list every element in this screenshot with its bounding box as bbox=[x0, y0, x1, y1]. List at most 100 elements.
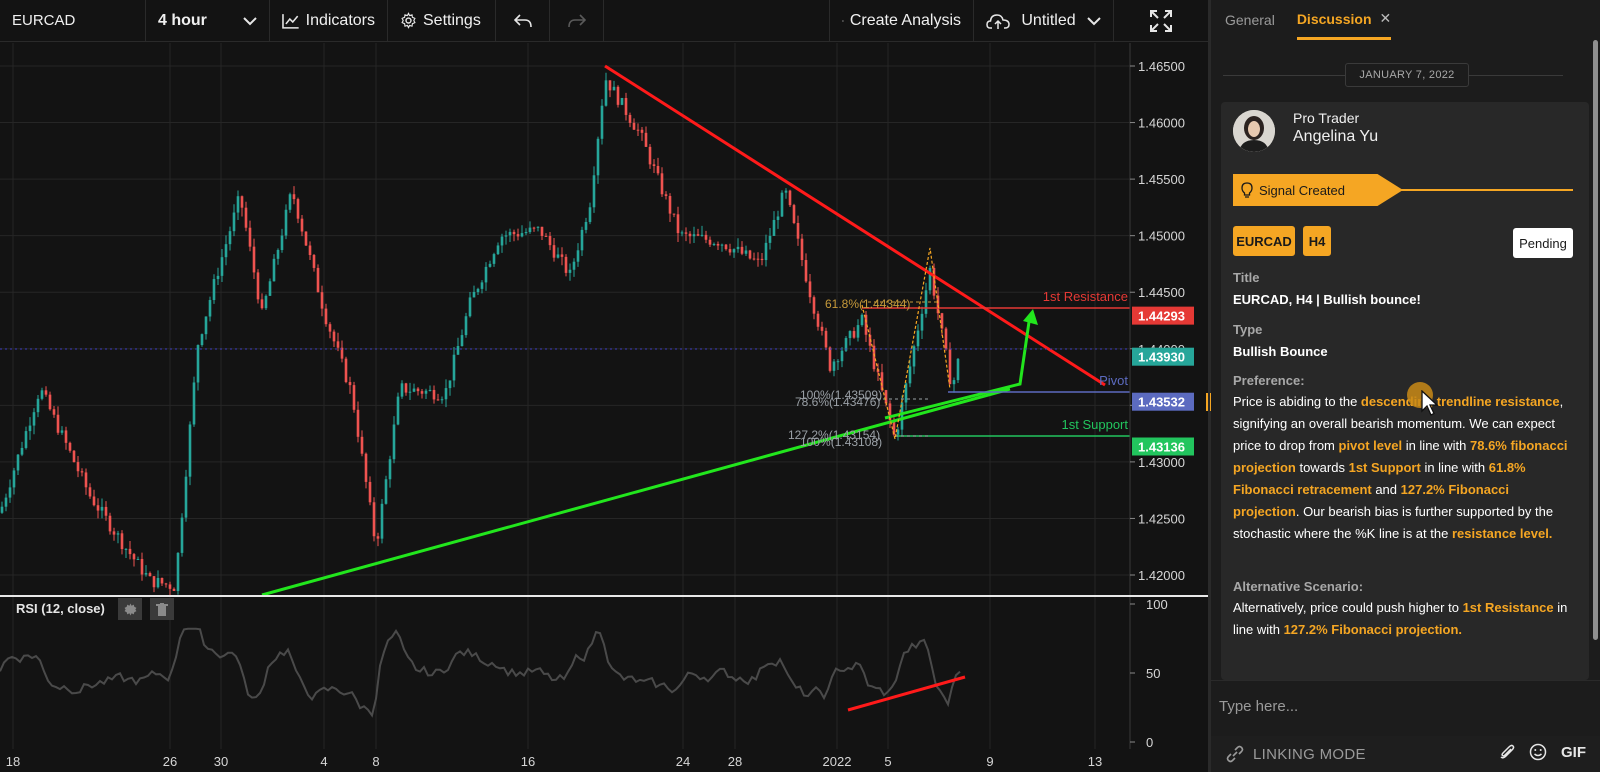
date-tick-label: 13 bbox=[1088, 754, 1102, 769]
candle-body bbox=[528, 227, 532, 233]
price-labels: 1.44293 1.43930 1.43532 1.43136 bbox=[1132, 306, 1194, 456]
candle-body bbox=[628, 114, 632, 123]
candle-body bbox=[796, 222, 800, 239]
settings-label: Settings bbox=[423, 11, 481, 29]
indicators-button[interactable]: Indicators bbox=[270, 0, 388, 41]
rsi-delete-button[interactable] bbox=[150, 598, 174, 620]
timeframe-dropdown[interactable]: 4 hour bbox=[146, 0, 270, 41]
candle-body bbox=[136, 558, 140, 560]
linking-mode-toggle[interactable]: LINKING MODE bbox=[1225, 744, 1366, 764]
price-chart[interactable]: 1st Resistance Pivot 1st Support 61.8%(1… bbox=[0, 43, 1208, 595]
candle-body bbox=[412, 388, 416, 392]
candle-body bbox=[496, 245, 500, 255]
emoji-icon[interactable] bbox=[1529, 743, 1547, 761]
candle-body bbox=[564, 256, 568, 273]
ascending-trendline[interactable] bbox=[261, 387, 1011, 595]
message-input-area bbox=[1211, 680, 1600, 736]
candle-body bbox=[760, 258, 764, 261]
type-value: Bullish Bounce bbox=[1233, 344, 1328, 359]
redo-button[interactable] bbox=[550, 0, 604, 41]
rsi-axis: 100 50 0 bbox=[1129, 597, 1168, 749]
candle-body bbox=[580, 229, 584, 251]
undo-icon bbox=[513, 13, 532, 27]
message-input[interactable] bbox=[1219, 691, 1579, 721]
candle-body bbox=[300, 218, 304, 232]
date-tick-label: 28 bbox=[728, 754, 742, 769]
time-axis[interactable]: 18 26 30 4 8 16 24 28 2022 5 9 13 bbox=[0, 749, 1208, 772]
create-analysis-button[interactable]: Create Analysis bbox=[830, 0, 974, 41]
signal-badge: Signal Created bbox=[1233, 174, 1403, 206]
fullscreen-button[interactable] bbox=[1114, 0, 1208, 41]
avatar[interactable] bbox=[1233, 110, 1275, 152]
candle-body bbox=[780, 192, 784, 217]
candle-body bbox=[512, 231, 516, 235]
candle-body bbox=[320, 292, 324, 309]
linking-mode-label: LINKING MODE bbox=[1253, 745, 1366, 763]
status-badge: Pending bbox=[1513, 228, 1573, 258]
candle-body bbox=[452, 354, 456, 381]
chevron-down-icon bbox=[243, 16, 257, 25]
candle-body bbox=[228, 231, 232, 245]
signal-banner: Signal Created bbox=[1233, 174, 1573, 206]
date-tick-label: 24 bbox=[676, 754, 690, 769]
type-label: Type bbox=[1233, 322, 1263, 337]
candle-body bbox=[516, 234, 520, 237]
candle-body bbox=[24, 431, 28, 448]
tab-discussion[interactable]: Discussion ✕ bbox=[1296, 0, 1392, 40]
candle-body bbox=[420, 391, 424, 394]
author-name[interactable]: Angelina Yu bbox=[1293, 128, 1378, 146]
price-tick-label: 1.44500 bbox=[1138, 285, 1185, 300]
candle-body bbox=[524, 232, 528, 234]
candle-body bbox=[728, 249, 732, 253]
price-tick-label: 1.46500 bbox=[1138, 59, 1185, 74]
candle-body bbox=[712, 243, 716, 245]
rsi-settings-button[interactable] bbox=[118, 598, 142, 620]
mouse-cursor-icon bbox=[1421, 390, 1439, 416]
candle-body bbox=[656, 165, 660, 174]
candle-body bbox=[912, 346, 916, 367]
candle-body bbox=[324, 308, 328, 325]
candle-body bbox=[556, 254, 560, 258]
candle-body bbox=[252, 246, 256, 273]
candle-body bbox=[688, 233, 692, 237]
layout-dropdown[interactable]: Untitled bbox=[974, 0, 1114, 41]
candle-body bbox=[884, 390, 888, 404]
highlight-term: 127.2% Fibonacci projection. bbox=[1283, 622, 1463, 637]
candle-body bbox=[740, 246, 744, 254]
candle-body bbox=[716, 243, 720, 246]
panel-scrollbar[interactable] bbox=[1593, 40, 1598, 640]
settings-button[interactable]: Settings bbox=[388, 0, 496, 41]
rsi-pane[interactable]: 100 50 0 bbox=[0, 597, 1208, 749]
candle-body bbox=[820, 326, 824, 331]
candle-body bbox=[416, 388, 420, 392]
candle-body bbox=[360, 436, 364, 454]
undo-button[interactable] bbox=[496, 0, 550, 41]
candle-body bbox=[284, 209, 288, 236]
candle-body bbox=[328, 324, 332, 332]
candle-body bbox=[588, 207, 592, 222]
analysis-message-card: Pro Trader Angelina Yu Signal Created EU… bbox=[1221, 102, 1589, 680]
candle-body bbox=[204, 316, 208, 335]
timeframe-tag: H4 bbox=[1303, 226, 1331, 256]
candle-body bbox=[32, 412, 36, 426]
candle-body bbox=[560, 254, 564, 257]
close-icon[interactable]: ✕ bbox=[1380, 10, 1392, 27]
candle-body bbox=[644, 132, 648, 147]
candle-body bbox=[464, 316, 468, 336]
candle-body bbox=[744, 250, 748, 254]
candle-body bbox=[4, 497, 8, 507]
title-value: EURCAD, H4 | Bullish bounce! bbox=[1233, 292, 1421, 307]
candle-body bbox=[72, 450, 76, 463]
symbol-search[interactable]: EURCAD bbox=[0, 0, 146, 41]
date-tick-label: 26 bbox=[163, 754, 177, 769]
paperclip-icon[interactable] bbox=[1499, 743, 1515, 761]
candle-body bbox=[920, 313, 924, 331]
candle-body bbox=[440, 399, 444, 401]
gif-button[interactable]: GIF bbox=[1561, 744, 1586, 761]
tab-general[interactable]: General bbox=[1225, 0, 1275, 40]
candle-body bbox=[572, 261, 576, 270]
candle-body bbox=[124, 548, 128, 550]
candle-body bbox=[720, 244, 724, 246]
candle-body bbox=[248, 227, 252, 247]
candle-body bbox=[316, 267, 320, 293]
